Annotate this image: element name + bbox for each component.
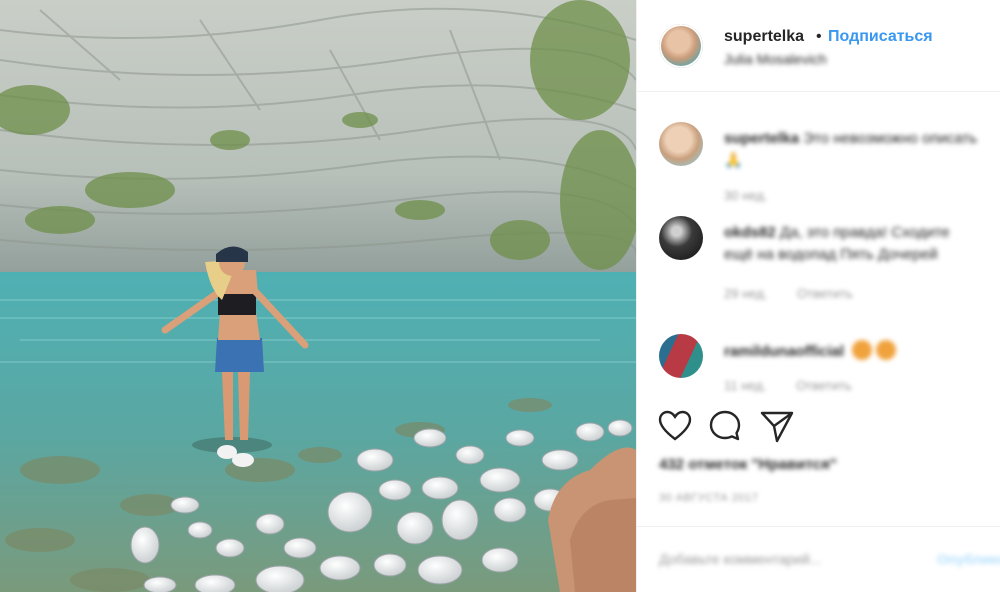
comment-body: Это невозможно описать (803, 130, 978, 147)
follow-button[interactable]: Подписаться (828, 28, 933, 46)
comment-time[interactable]: 30 нед. (724, 188, 767, 203)
separator-dot: • (816, 28, 822, 45)
comment-input[interactable]: Добавьте комментарий... (659, 551, 821, 567)
comment-time[interactable]: 11 нед. (724, 378, 766, 393)
post-comment-button[interactable]: Опубликовать (937, 551, 1000, 567)
post-date: 30 АВГУСТА 2017 (659, 492, 759, 504)
comment-body-line2: ещё на водопад Пять Дочерей (724, 246, 938, 263)
heart-icon[interactable] (657, 408, 693, 444)
comment-avatar[interactable] (659, 122, 703, 166)
comment-text: supertelka Это невозможно описать 🙏 (724, 128, 1000, 172)
post-location[interactable]: Julia Mosalevich (724, 51, 827, 67)
comment-time[interactable]: 29 нед. (724, 286, 767, 301)
comment-body-line2: 🙏 (724, 152, 743, 169)
comment-username[interactable]: supertelka (724, 130, 799, 147)
comment-meta: 11 нед. Ответить (724, 378, 878, 393)
comment-composer: Добавьте комментарий... Опубликовать (637, 526, 1000, 592)
comment-reply-button[interactable]: Ответить (796, 378, 852, 393)
comment-reply-button[interactable]: Ответить (797, 286, 853, 301)
comment-text: ramildunaofficial (724, 340, 1000, 363)
comment-meta: 29 нед. Ответить (724, 286, 879, 301)
emoji-icon (852, 340, 873, 360)
comment-username[interactable]: okds82 (724, 224, 776, 241)
comment-text: okds82 Да, это правда! Сходите ещё на во… (724, 222, 1000, 266)
post-side-panel: supertelka • Подписаться Julia Mosalevic… (636, 0, 1000, 592)
share-icon[interactable] (759, 408, 795, 444)
comment-avatar[interactable] (659, 216, 703, 260)
post-username[interactable]: supertelka (724, 28, 804, 46)
comment-username[interactable]: ramildunaofficial (724, 343, 844, 360)
likes-count[interactable]: 432 отметок "Нравится" (659, 456, 837, 473)
post-header: supertelka • Подписаться Julia Mosalevic… (637, 0, 1000, 92)
comment-body: Да, это правда! Сходите (779, 224, 950, 241)
avatar[interactable] (659, 24, 703, 68)
comment-avatar[interactable] (659, 334, 703, 378)
comment-meta: 30 нед. (724, 188, 793, 203)
emoji-icon (876, 340, 897, 360)
photo-image (0, 0, 636, 592)
post-photo[interactable] (0, 0, 636, 592)
comment-icon[interactable] (707, 408, 743, 444)
